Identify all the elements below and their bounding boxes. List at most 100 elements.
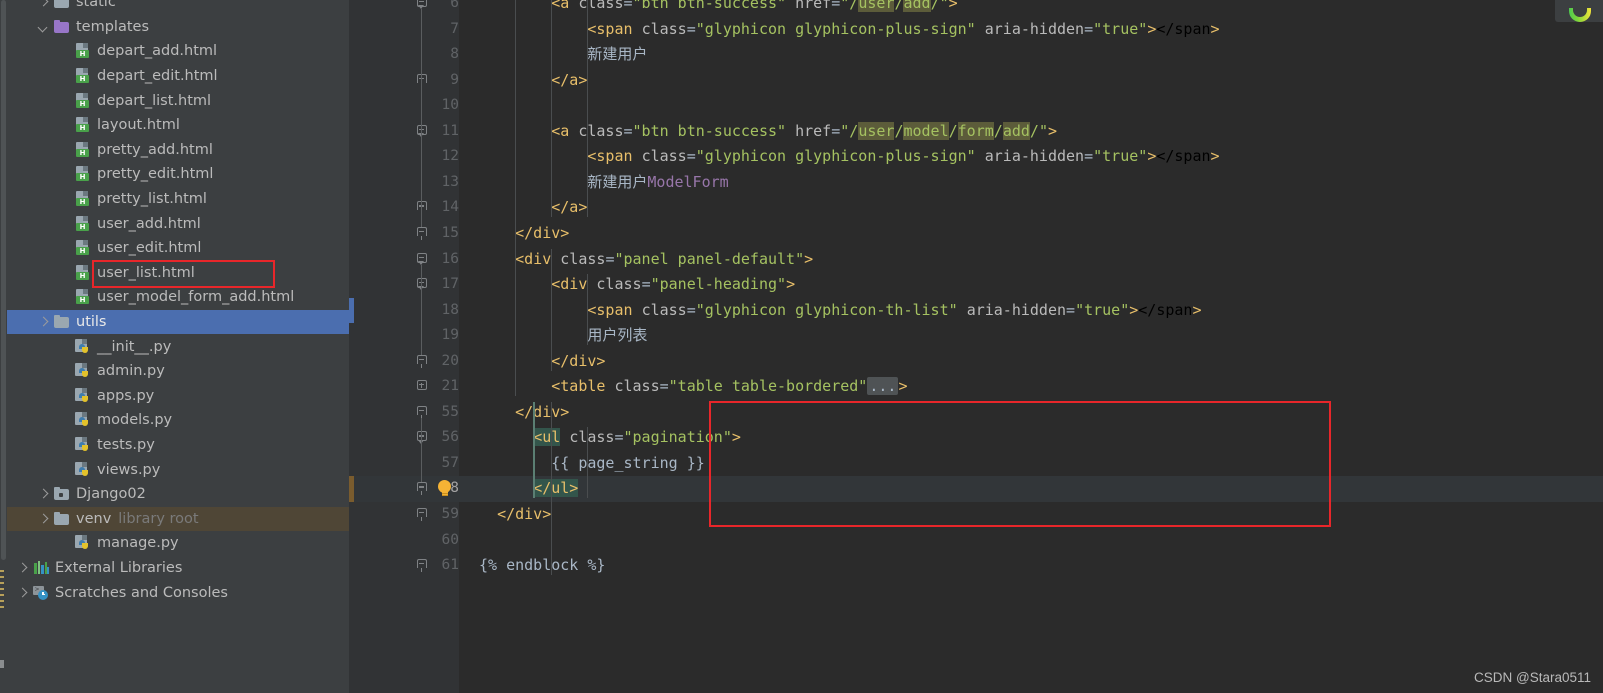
code-line-15[interactable]: </div> [479, 221, 1603, 247]
tree-item-depart-add-html[interactable]: Hdepart_add.html [7, 39, 349, 64]
project-tool-window[interactable]: static templates Hdepart_add.html Hdepart_e… [0, 0, 349, 693]
folder-icon [53, 0, 71, 10]
tree-item-templates[interactable]: templates [7, 15, 349, 40]
tree-item-venv[interactable]: venv library root [7, 506, 349, 532]
tree-item-user-edit-html[interactable]: Huser_edit.html [7, 236, 349, 261]
chevron-right-icon[interactable] [36, 0, 51, 10]
tree-item-user-add-html[interactable]: Huser_add.html [7, 211, 349, 236]
tree-item-static[interactable]: static [7, 0, 349, 15]
chevron-right-icon[interactable] [36, 487, 51, 502]
code-line-14[interactable]: </a> [479, 195, 1603, 221]
code-editor[interactable]: 6789101112131415161718192021555657585960… [349, 0, 1603, 693]
tree-item-external-libraries[interactable]: External Libraries [7, 556, 349, 581]
code-line-60[interactable] [479, 528, 1603, 554]
chevron-right-icon[interactable] [36, 511, 51, 526]
code-line-16[interactable]: <div class="panel panel-default"> [479, 247, 1603, 273]
tree-item-pretty-add-html[interactable]: Hpretty_add.html [7, 138, 349, 163]
tree-item-user-list-html[interactable]: Huser_list.html [7, 261, 349, 286]
html-file-icon: H [74, 289, 92, 305]
watermark-text: CSDN @Stara0511 [1473, 670, 1591, 685]
chevron-right-icon[interactable] [36, 315, 51, 330]
code-line-13[interactable]: 新建用户ModelForm [479, 170, 1603, 196]
code-line-7[interactable]: <span class="glyphicon glyphicon-plus-si… [479, 17, 1603, 43]
code-line-11[interactable]: <a class="btn btn-success" href="/user/m… [479, 119, 1603, 145]
html-file-icon: H [74, 141, 92, 158]
tree-item-models-py[interactable]: models.py [7, 408, 349, 433]
sidebar-scrollbar[interactable] [0, 0, 7, 693]
html-file-icon: H [74, 264, 92, 281]
tree-item-label: user_list.html [97, 264, 195, 281]
code-line-17[interactable]: <div class="panel-heading"> [479, 272, 1603, 298]
fold-connector-line [421, 290, 422, 355]
inspection-widget-icon[interactable] [1555, 0, 1603, 22]
tree-item-label: views.py [97, 461, 161, 478]
code-fold-open-icon[interactable] [415, 482, 428, 496]
code-line-18[interactable]: <span class="glyphicon glyphicon-th-list… [479, 298, 1603, 324]
tree-item-user-model-form-add-html[interactable]: Huser_model_form_add.html [7, 285, 349, 310]
tree-item-layout-html[interactable]: Hlayout.html [7, 113, 349, 138]
tree-item-tests-py[interactable]: tests.py [7, 433, 349, 458]
tree-item-views-py[interactable]: views.py [7, 457, 349, 482]
python-file-icon [74, 437, 92, 453]
line-number: 14 [441, 199, 459, 216]
line-number: 11 [441, 122, 459, 139]
tree-item--init-py[interactable]: __init__.py [7, 334, 349, 359]
code-line-57[interactable]: {{ page_string }} [479, 451, 1603, 477]
code-fold-open-icon[interactable] [415, 354, 428, 368]
code-fold-open-icon[interactable] [415, 508, 428, 521]
tree-item-apps-py[interactable]: apps.py [7, 384, 349, 409]
code-fold-open-icon[interactable] [415, 559, 428, 573]
intention-bulb-icon[interactable] [437, 480, 452, 498]
tree-item-depart-list-html[interactable]: Hdepart_list.html [7, 88, 349, 113]
tree-item-pretty-edit-html[interactable]: Hpretty_edit.html [7, 162, 349, 187]
tree-item-utils[interactable]: utils [7, 309, 349, 335]
tree-item-scratches-and-consoles[interactable]: >_ Scratches and Consoles [7, 580, 349, 605]
scratches-icon: >_ [32, 585, 50, 601]
external-libraries-icon [32, 560, 50, 576]
code-line-21[interactable]: <table class="table table-bordered"... > [479, 374, 1603, 400]
tree-item-label: user_edit.html [97, 240, 202, 257]
code-line-19[interactable]: 用户列表 [479, 323, 1603, 349]
code-fold-plus-icon[interactable] [415, 380, 428, 393]
module-folder-icon [53, 486, 71, 502]
code-line-56[interactable]: <ul class="pagination"> [479, 425, 1603, 451]
code-line-61[interactable]: {% endblock %} [479, 553, 1603, 579]
indent-guide [533, 401, 535, 499]
tree-item-admin-py[interactable]: admin.py [7, 359, 349, 384]
editor-code-area[interactable]: <a class="btn btn-success" href="/user/a… [459, 0, 1603, 693]
tree-item-manage-py[interactable]: manage.py [7, 531, 349, 556]
tree-item-depart-edit-html[interactable]: Hdepart_edit.html [7, 64, 349, 89]
python-file-icon [74, 338, 92, 355]
python-file-icon [74, 363, 92, 379]
code-line-10[interactable] [479, 93, 1603, 119]
tree-item-label: pretty_edit.html [97, 166, 214, 183]
code-line-59[interactable]: </div> [479, 502, 1603, 528]
code-line-12[interactable]: <span class="glyphicon glyphicon-plus-si… [479, 144, 1603, 170]
code-line-55[interactable]: </div> [479, 400, 1603, 426]
line-number: 55 [441, 403, 459, 420]
code-line-20[interactable]: </div> [479, 349, 1603, 375]
tree-item-label: pretty_add.html [97, 141, 213, 158]
tree-item-django02[interactable]: Django02 [7, 482, 349, 507]
chevron-down-icon[interactable] [36, 19, 51, 34]
html-file-icon: H [74, 166, 92, 182]
chevron-right-icon[interactable] [15, 561, 30, 576]
tree-item-label: Scratches and Consoles [55, 584, 228, 601]
tree-item-pretty-list-html[interactable]: Hpretty_list.html [7, 187, 349, 212]
editor-gutter[interactable]: 6789101112131415161718192021555657585960… [349, 0, 459, 693]
line-number: 8 [450, 46, 459, 63]
code-line-6[interactable]: <a class="btn btn-success" href="/user/a… [479, 0, 1603, 17]
code-line-9[interactable]: </a> [479, 68, 1603, 94]
sidebar-scrollbar-thumb[interactable] [1, 0, 6, 560]
code-fold-open-icon[interactable] [415, 226, 428, 240]
code-line-8[interactable]: 新建用户 [479, 42, 1603, 68]
code-line-58[interactable]: </ul> [479, 476, 1603, 502]
gutter-strip [349, 0, 354, 693]
chevron-right-icon[interactable] [15, 585, 30, 600]
line-number: 15 [441, 224, 459, 241]
